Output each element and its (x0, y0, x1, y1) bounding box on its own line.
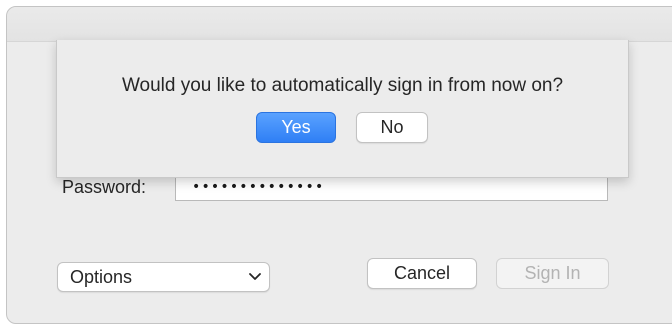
auto-sign-in-sheet: Would you like to automatically sign in … (56, 40, 629, 178)
window-titlebar[interactable] (7, 7, 672, 42)
chevron-down-icon (249, 273, 261, 280)
no-button[interactable]: No (356, 112, 428, 143)
yes-button[interactable]: Yes (256, 112, 336, 143)
sign-in-button[interactable]: Sign In (496, 258, 609, 289)
sheet-message: Would you like to automatically sign in … (121, 75, 564, 96)
screen: Password: •••••••••••••• Options Cancel … (0, 0, 672, 327)
cancel-button[interactable]: Cancel (367, 258, 477, 289)
password-label: Password: (62, 177, 147, 197)
options-label: Options (70, 267, 133, 287)
options-dropdown[interactable]: Options (57, 262, 270, 292)
